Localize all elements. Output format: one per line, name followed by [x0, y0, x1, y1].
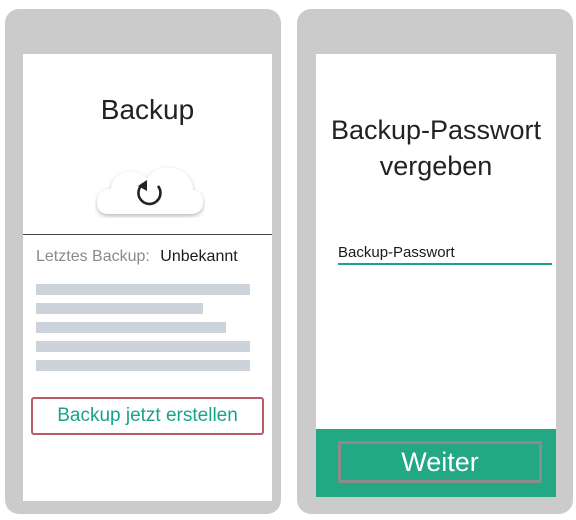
divider — [23, 234, 272, 235]
next-button[interactable]: Weiter — [338, 441, 542, 483]
placeholder-line — [36, 303, 203, 314]
create-backup-button[interactable]: Backup jetzt erstellen — [31, 397, 264, 435]
placeholder-line — [36, 360, 250, 371]
last-backup-label: Letztes Backup: — [36, 248, 150, 265]
password-field[interactable] — [338, 263, 552, 265]
phone-frame-backup: Backup Letztes Backup: Unbekannt Backup … — [5, 9, 281, 514]
backup-screen: Backup Letztes Backup: Unbekannt Backup … — [23, 54, 272, 501]
last-backup-value: Unbekannt — [160, 248, 238, 265]
placeholder-line — [36, 322, 226, 333]
placeholder-line — [36, 284, 250, 295]
last-backup-info: Letztes Backup: Unbekannt — [36, 248, 238, 266]
placeholder-text-lines — [36, 284, 250, 379]
placeholder-line — [36, 341, 250, 352]
phone-frame-password: Backup-Passwort vergeben Backup-Passwort… — [297, 9, 573, 514]
password-field-label: Backup-Passwort — [338, 244, 455, 261]
bottom-action-bar: Weiter — [316, 429, 556, 497]
title-line-2: vergeben — [379, 151, 493, 181]
cloud-sync-icon — [97, 167, 203, 214]
page-title: Backup — [100, 94, 195, 125]
title-line-1: Backup-Passwort — [330, 115, 542, 145]
password-screen: Backup-Passwort vergeben Backup-Passwort… — [316, 54, 556, 497]
page-title: Backup-Passwort vergeben — [316, 112, 556, 184]
